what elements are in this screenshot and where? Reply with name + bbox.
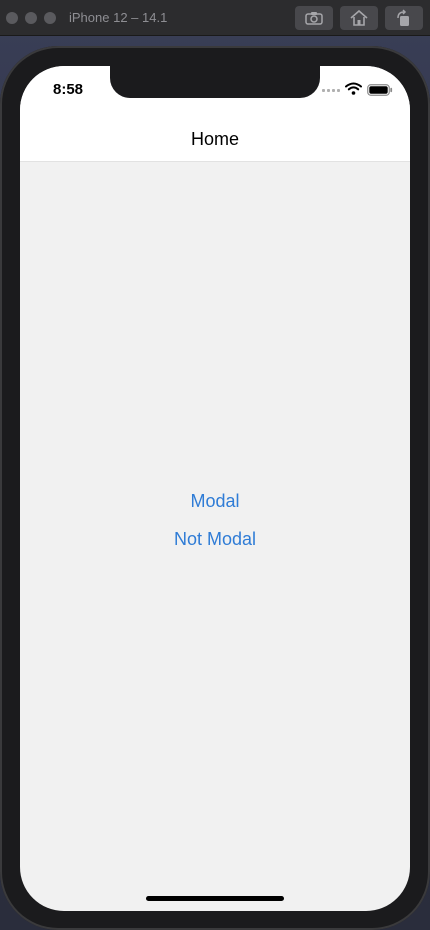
cellular-signal-icon: [322, 89, 340, 92]
screenshot-icon: [305, 12, 323, 25]
status-time: 8:58: [53, 81, 84, 98]
battery-icon: [367, 84, 393, 96]
screenshot-button[interactable]: [295, 6, 333, 30]
home-indicator[interactable]: [146, 896, 284, 901]
home-button[interactable]: [340, 6, 378, 30]
simulator-title-bar: iPhone 12 – 14.1: [0, 0, 430, 36]
not-modal-button[interactable]: Not Modal: [115, 526, 315, 552]
home-icon: [350, 10, 368, 26]
close-window-button[interactable]: [6, 12, 18, 24]
modal-button[interactable]: Modal: [115, 488, 315, 514]
device-screen: 8:58 Home Modal Not Modal: [20, 66, 410, 911]
rotate-button[interactable]: [385, 6, 423, 30]
wifi-icon: [345, 82, 362, 95]
simulator-title: iPhone 12 – 14.1: [69, 10, 168, 25]
page-title: Home: [190, 129, 239, 149]
zoom-window-button[interactable]: [44, 12, 56, 24]
device-notch: [110, 66, 320, 98]
simulator-window: iPhone 12 – 14.1 8:58 Home Modal Not Mod…: [0, 0, 430, 930]
rotate-icon: [397, 9, 409, 26]
minimize-window-button[interactable]: [25, 12, 37, 24]
